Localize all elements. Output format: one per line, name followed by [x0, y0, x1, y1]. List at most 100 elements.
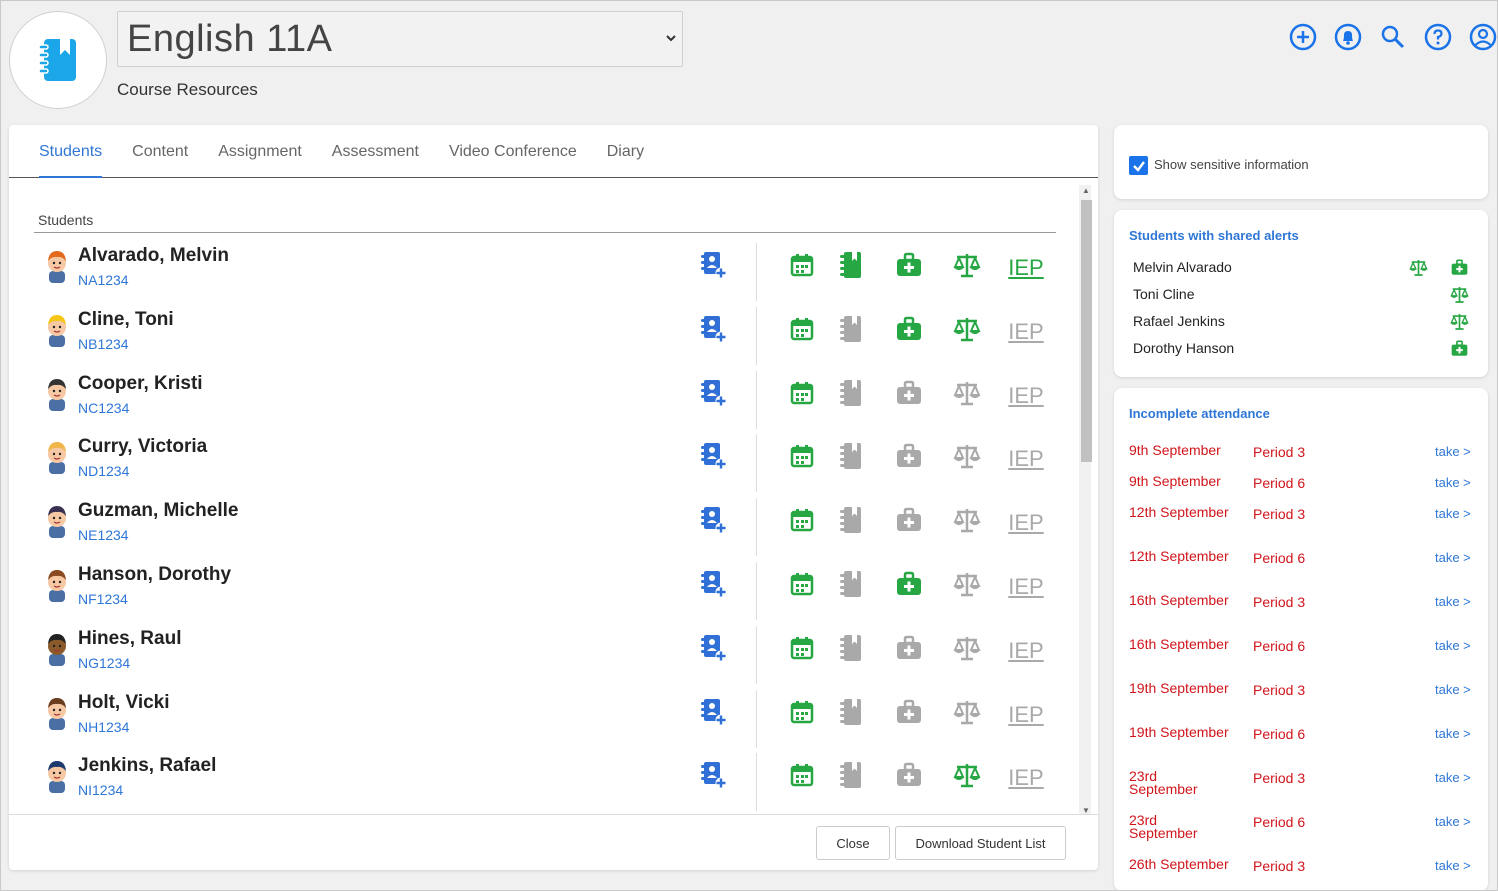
student-id[interactable]: NG1234 [78, 655, 130, 671]
student-row[interactable]: Cooper, Kristi NC1234 IEP [38, 367, 1068, 431]
calendar-icon[interactable] [786, 568, 818, 600]
sensitive-info-checkbox[interactable] [1129, 156, 1148, 175]
student-name[interactable]: Hanson, Dorothy [78, 564, 231, 586]
close-button[interactable]: Close [816, 826, 890, 860]
student-id[interactable]: NC1234 [78, 400, 129, 416]
shared-alert-row[interactable]: Dorothy Hanson [1133, 338, 1473, 360]
divider [756, 434, 757, 493]
scroll-up-icon[interactable]: ▲ [1082, 186, 1090, 195]
shared-alert-row[interactable]: Toni Cline [1133, 284, 1473, 306]
medical-kit-icon[interactable] [893, 313, 925, 345]
divider [756, 562, 757, 620]
add-circle-icon[interactable] [1288, 22, 1318, 52]
student-name[interactable]: Hines, Raul [78, 628, 181, 650]
student-row[interactable]: Holt, Vicki NH1234 IEP [38, 686, 1068, 750]
medical-kit-icon[interactable] [893, 249, 925, 281]
tab-diary[interactable]: Diary [607, 125, 644, 177]
student-id[interactable]: NH1234 [78, 719, 129, 735]
student-id[interactable]: NI1234 [78, 782, 123, 798]
take-attendance-link[interactable]: take > [1435, 506, 1471, 521]
calendar-icon[interactable] [786, 377, 818, 409]
divider [756, 370, 757, 429]
add-student-note-icon[interactable] [698, 377, 730, 409]
take-attendance-link[interactable]: take > [1435, 550, 1471, 565]
calendar-icon[interactable] [786, 249, 818, 281]
student-row[interactable]: Hanson, Dorothy NF1234 IEP [38, 558, 1068, 622]
take-attendance-link[interactable]: take > [1435, 638, 1471, 653]
add-student-note-icon[interactable] [698, 632, 730, 664]
add-student-note-icon[interactable] [698, 696, 730, 728]
sensitive-info-label[interactable]: Show sensitive information [1154, 157, 1309, 172]
take-attendance-link[interactable]: take > [1435, 682, 1471, 697]
student-name[interactable]: Holt, Vicki [78, 692, 170, 714]
scale-icon[interactable] [951, 759, 983, 791]
course-select[interactable]: English 11A [117, 11, 683, 67]
student-id[interactable]: NF1234 [78, 591, 128, 607]
student-row[interactable]: Jenkins, Rafael NI1234 IEP [38, 749, 1068, 813]
calendar-icon[interactable] [786, 440, 818, 472]
take-attendance-link[interactable]: take > [1435, 770, 1471, 785]
take-attendance-link[interactable]: take > [1435, 726, 1471, 741]
student-name[interactable]: Jenkins, Rafael [78, 755, 216, 777]
student-name[interactable]: Curry, Victoria [78, 436, 207, 458]
avatar [43, 375, 71, 411]
scrollbar-thumb[interactable] [1081, 200, 1092, 462]
student-id[interactable]: ND1234 [78, 463, 129, 479]
student-id[interactable]: NE1234 [78, 527, 129, 543]
shared-alert-name: Toni Cline [1133, 286, 1195, 302]
add-student-note-icon[interactable] [698, 568, 730, 600]
calendar-icon[interactable] [786, 313, 818, 345]
student-row[interactable]: Hines, Raul NG1234 IEP [38, 622, 1068, 686]
student-row[interactable]: Curry, Victoria ND1234 IEP [38, 430, 1068, 494]
attendance-date: 12th September [1129, 504, 1229, 520]
student-name[interactable]: Cooper, Kristi [78, 373, 203, 395]
help-icon[interactable] [1423, 22, 1453, 52]
take-attendance-link[interactable]: take > [1435, 475, 1471, 490]
attendance-date: 9th September [1129, 473, 1221, 489]
shared-alert-row[interactable]: Rafael Jenkins [1133, 311, 1473, 333]
scale-icon [951, 568, 983, 600]
add-student-note-icon[interactable] [698, 440, 730, 472]
tab-assignment[interactable]: Assignment [218, 125, 302, 177]
student-name[interactable]: Cline, Toni [78, 309, 174, 331]
add-student-note-icon[interactable] [698, 313, 730, 345]
medical-kit-icon[interactable] [893, 568, 925, 600]
calendar-icon[interactable] [786, 696, 818, 728]
calendar-icon[interactable] [786, 759, 818, 791]
tab-assessment[interactable]: Assessment [332, 125, 419, 177]
student-row[interactable]: Cline, Toni NB1234 IEP [38, 303, 1068, 367]
tab-video-conference[interactable]: Video Conference [449, 125, 577, 177]
tab-content[interactable]: Content [132, 125, 188, 177]
account-icon[interactable] [1468, 22, 1498, 52]
take-attendance-link[interactable]: take > [1435, 858, 1471, 873]
add-student-note-icon[interactable] [698, 249, 730, 281]
add-student-note-icon[interactable] [698, 504, 730, 536]
calendar-icon[interactable] [786, 504, 818, 536]
bell-icon[interactable] [1333, 22, 1363, 52]
search-icon[interactable] [1378, 22, 1408, 52]
scroll-down-icon[interactable]: ▼ [1082, 806, 1090, 814]
scale-icon[interactable] [951, 249, 983, 281]
download-student-list-button[interactable]: Download Student List [895, 826, 1066, 860]
iep-link[interactable]: IEP [1008, 252, 1044, 284]
tab-students[interactable]: Students [39, 125, 103, 178]
student-row[interactable]: Alvarado, Melvin NA1234 IEP [38, 239, 1068, 303]
student-id[interactable]: NB1234 [78, 336, 129, 352]
student-name[interactable]: Guzman, Michelle [78, 500, 238, 522]
scale-icon[interactable] [951, 313, 983, 345]
avatar [43, 694, 71, 730]
sensitive-info-panel: Show sensitive information [1114, 125, 1488, 199]
shared-alert-row[interactable]: Melvin Alvarado [1133, 257, 1473, 279]
tab-bar: Students Content Assignment Assessment V… [9, 125, 1098, 178]
add-student-note-icon[interactable] [698, 759, 730, 791]
take-attendance-link[interactable]: take > [1435, 444, 1471, 459]
take-attendance-link[interactable]: take > [1435, 814, 1471, 829]
shared-alert-name: Rafael Jenkins [1133, 313, 1225, 329]
student-id[interactable]: NA1234 [78, 272, 129, 288]
scrollbar[interactable]: ▲ ▼ [1079, 185, 1092, 814]
student-name[interactable]: Alvarado, Melvin [78, 245, 229, 267]
take-attendance-link[interactable]: take > [1435, 594, 1471, 609]
calendar-icon[interactable] [786, 632, 818, 664]
notebook-icon[interactable] [835, 249, 867, 281]
student-row[interactable]: Guzman, Michelle NE1234 IEP [38, 494, 1068, 558]
